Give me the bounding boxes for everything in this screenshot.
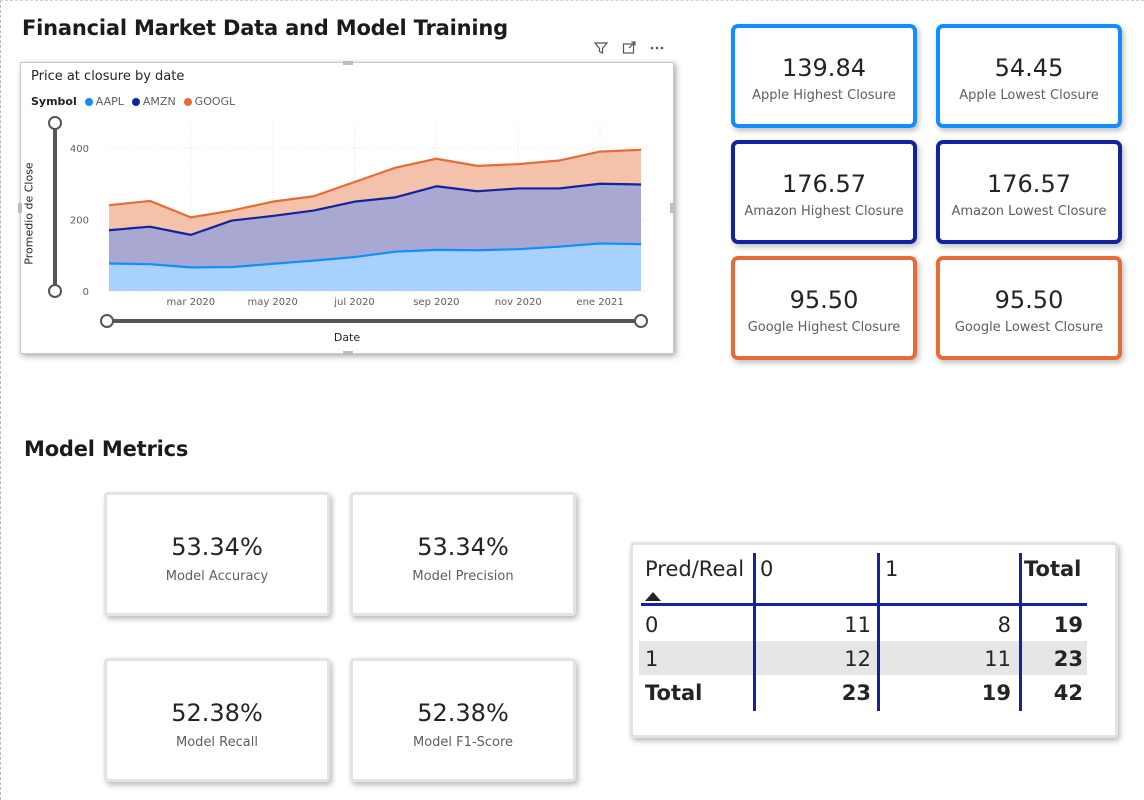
kpi-label: Amazon Highest Closure: [744, 204, 904, 219]
matrix-col-header-total[interactable]: Total: [1024, 557, 1081, 581]
metric-value: 53.34%: [171, 533, 263, 561]
x-range-slider-handle-right: [634, 314, 648, 328]
matrix-col-divider: [877, 553, 880, 711]
matrix-cell: 12: [844, 647, 871, 671]
metric-card-recall: 52.38% Model Recall: [104, 658, 330, 782]
kpi-value: 95.50: [789, 286, 859, 314]
matrix-col-header[interactable]: 1: [885, 557, 898, 581]
more-options-icon[interactable]: [648, 39, 666, 57]
matrix-cell: 11: [984, 647, 1011, 671]
kpi-card-google-lowest: 95.50 Google Lowest Closure: [936, 256, 1122, 360]
kpi-value: 176.57: [782, 170, 866, 198]
metric-label: Model Recall: [176, 735, 258, 750]
matrix-row-header: 1: [645, 647, 659, 671]
x-tick-label: nov 2020: [495, 297, 542, 308]
x-tick-label: sep 2020: [413, 297, 459, 308]
kpi-card-apple-lowest: 54.45 Apple Lowest Closure: [936, 24, 1122, 128]
metric-card-precision: 53.34% Model Precision: [350, 492, 576, 616]
page-title: Financial Market Data and Model Training: [22, 16, 508, 40]
kpi-value: 95.50: [994, 286, 1064, 314]
matrix-cell-total: 23: [1053, 647, 1083, 671]
kpi-label: Google Lowest Closure: [954, 320, 1104, 335]
x-tick-label: mar 2020: [167, 297, 216, 308]
matrix-corner-header[interactable]: Pred/Real: [645, 557, 744, 581]
x-tick-label: jul 2020: [333, 297, 375, 308]
metric-card-f1-score: 52.38% Model F1-Score: [350, 658, 576, 782]
kpi-card-google-highest: 95.50 Google Highest Closure: [731, 256, 917, 360]
y-axis-label: Promedio de Close: [22, 161, 36, 265]
metric-value: 53.34%: [417, 533, 509, 561]
kpi-card-amazon-highest: 176.57 Amazon Highest Closure: [731, 140, 917, 244]
y-tick-label: 400: [70, 144, 89, 155]
metric-value: 52.38%: [171, 699, 263, 727]
confusion-matrix: Pred/Real 0 1 Total 0 11 8 19 1 12 11 23…: [630, 542, 1118, 738]
matrix-col-header[interactable]: 0: [760, 557, 773, 581]
y-range-slider-handle-bottom: [48, 284, 62, 298]
kpi-card-apple-highest: 139.84 Apple Highest Closure: [731, 24, 917, 128]
kpi-label: Google Highest Closure: [747, 320, 901, 335]
page-border-top: [0, 0, 1144, 1]
metric-label: Model Precision: [412, 569, 514, 584]
focus-mode-icon[interactable]: [620, 39, 638, 57]
matrix-cell-total: 23: [841, 681, 871, 705]
page-border-left: [0, 0, 2, 800]
matrix-cell-total: 19: [981, 681, 1011, 705]
kpi-label: Apple Lowest Closure: [959, 88, 1099, 103]
metric-label: Model F1-Score: [412, 735, 513, 750]
metrics-section-title: Model Metrics: [24, 437, 189, 461]
y-tick-label: 200: [70, 216, 89, 227]
y-axis-label-box: Promedio de Close: [22, 153, 36, 273]
price-chart-visual[interactable]: Price at closure by date Symbol AAPL AMZ…: [18, 61, 674, 355]
matrix-row-header-total: Total: [645, 681, 703, 705]
kpi-label: Apple Highest Closure: [752, 88, 896, 103]
kpi-label: Amazon Lowest Closure: [951, 204, 1107, 219]
filter-icon[interactable]: [592, 39, 610, 57]
kpi-card-amazon-lowest: 176.57 Amazon Lowest Closure: [936, 140, 1122, 244]
x-tick-label: ene 2021: [576, 297, 623, 308]
x-axis-label: Date: [333, 331, 361, 344]
y-tick-label: 0: [83, 287, 89, 298]
matrix-cell: 11: [844, 613, 871, 637]
kpi-value: 139.84: [782, 54, 866, 82]
kpi-value: 176.57: [987, 170, 1071, 198]
kpi-value: 54.45: [994, 54, 1064, 82]
metric-card-accuracy: 53.34% Model Accuracy: [104, 492, 330, 616]
matrix-row-header: 0: [645, 613, 659, 637]
chart-plot-area: 0 200 400 mar 2020 may 2020 jul 2020 sep 2020 n…: [48, 116, 649, 328]
matrix-cell-grand-total: 42: [1053, 681, 1083, 705]
matrix-col-divider: [1019, 553, 1022, 711]
y-range-slider-handle-top: [48, 116, 62, 130]
x-range-slider-handle-left: [100, 314, 114, 328]
matrix-cell: 8: [997, 613, 1011, 637]
matrix-cell-total: 19: [1053, 613, 1083, 637]
metric-label: Model Accuracy: [165, 569, 269, 584]
sort-ascending-icon[interactable]: [645, 592, 661, 601]
matrix-col-divider: [753, 553, 756, 711]
visual-header: [592, 38, 672, 58]
metric-value: 52.38%: [417, 699, 509, 727]
x-tick-label: may 2020: [247, 297, 297, 308]
